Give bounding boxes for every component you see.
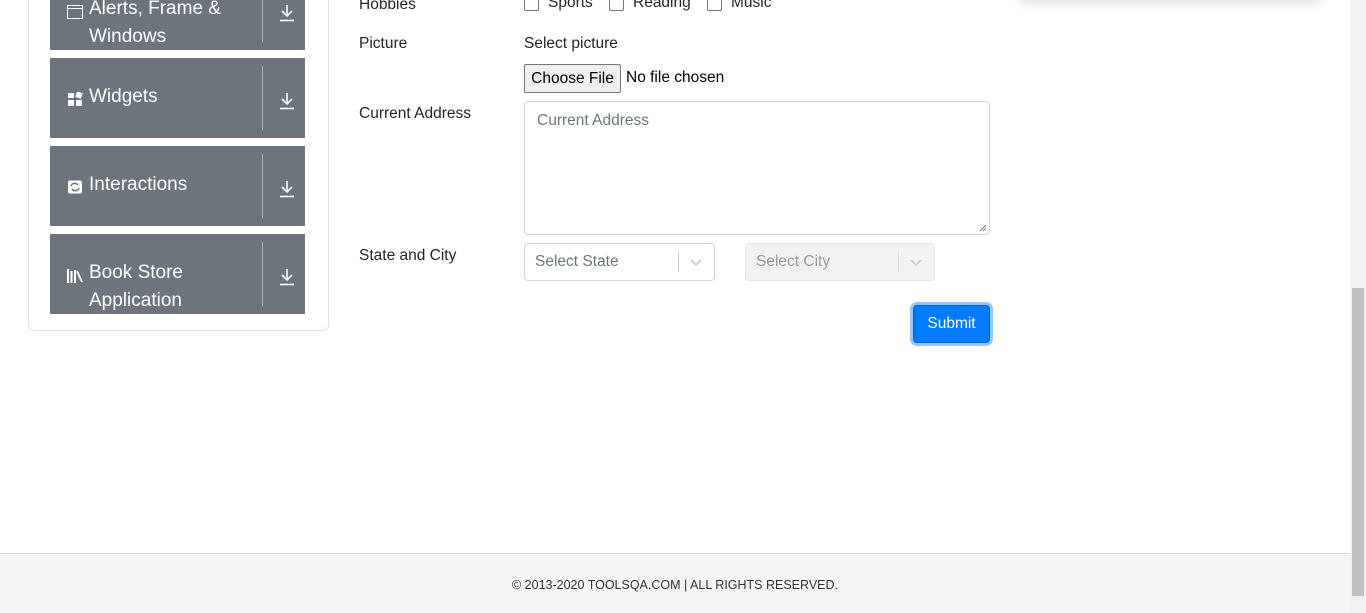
download-arrow-icon[interactable] <box>279 268 295 286</box>
panel-gap <box>50 314 305 320</box>
city-select[interactable]: Select City <box>745 243 935 281</box>
footer: © 2013-2020 TOOLSQA.COM | ALL RIGHTS RES… <box>0 553 1350 613</box>
divider <box>262 66 263 130</box>
no-file-text: No file chosen <box>626 69 725 86</box>
hobby-label: Reading <box>633 0 691 11</box>
hobby-label: Sports <box>548 0 593 11</box>
group-label: Widgets <box>89 86 158 107</box>
picture-label: Picture <box>359 35 408 52</box>
download-arrow-icon[interactable] <box>279 92 295 110</box>
group-interactions[interactable]: Interactions <box>50 146 305 226</box>
choose-file-button[interactable]: Choose File <box>524 64 621 93</box>
chevron-down-icon <box>910 259 922 267</box>
city-placeholder: Select City <box>756 253 831 270</box>
select-separator <box>678 252 679 272</box>
copyright-text: © 2013-2020 TOOLSQA.COM | ALL RIGHTS RES… <box>511 577 838 592</box>
hobby-sports[interactable]: Sports <box>524 0 593 12</box>
resize-grip-icon[interactable] <box>979 224 987 232</box>
state-select[interactable]: Select State <box>524 243 715 281</box>
submit-button[interactable]: Submit <box>913 305 990 343</box>
vertical-scrollbar[interactable] <box>1350 0 1366 613</box>
widgets-icon <box>68 92 83 106</box>
hobby-reading[interactable]: Reading <box>609 0 691 12</box>
group-label: Interactions <box>89 174 188 195</box>
scrollbar-thumb[interactable] <box>1352 288 1364 596</box>
divider <box>262 154 263 218</box>
group-book-store[interactable]: Book Store Application <box>50 234 305 314</box>
state-city-label: State and City <box>359 247 457 264</box>
group-label: Book Store Application <box>89 262 183 311</box>
divider <box>262 242 263 306</box>
sports-checkbox[interactable] <box>524 0 539 11</box>
hobby-label: Music <box>731 0 772 11</box>
interactions-icon <box>68 180 82 194</box>
hobby-music[interactable]: Music <box>707 0 771 12</box>
download-arrow-icon[interactable] <box>279 180 295 198</box>
select-picture-label: Select picture <box>524 35 618 52</box>
current-address-textarea[interactable]: Current Address <box>524 101 990 235</box>
book-icon <box>67 269 83 283</box>
state-placeholder: Select State <box>535 253 619 270</box>
chevron-down-icon <box>690 259 702 267</box>
hobbies-label: Hobbies <box>359 0 416 13</box>
group-alerts-frame-windows[interactable]: Alerts, Frame & Windows <box>50 0 305 50</box>
select-separator <box>898 252 899 272</box>
window-icon <box>67 5 83 19</box>
divider <box>262 0 263 42</box>
group-label: Alerts, Frame & Windows <box>89 0 221 47</box>
music-checkbox[interactable] <box>707 0 722 11</box>
address-placeholder: Current Address <box>537 112 649 129</box>
current-address-label: Current Address <box>359 105 471 122</box>
group-widgets[interactable]: Widgets <box>50 58 305 138</box>
download-arrow-icon[interactable] <box>279 4 295 22</box>
reading-checkbox[interactable] <box>609 0 624 11</box>
